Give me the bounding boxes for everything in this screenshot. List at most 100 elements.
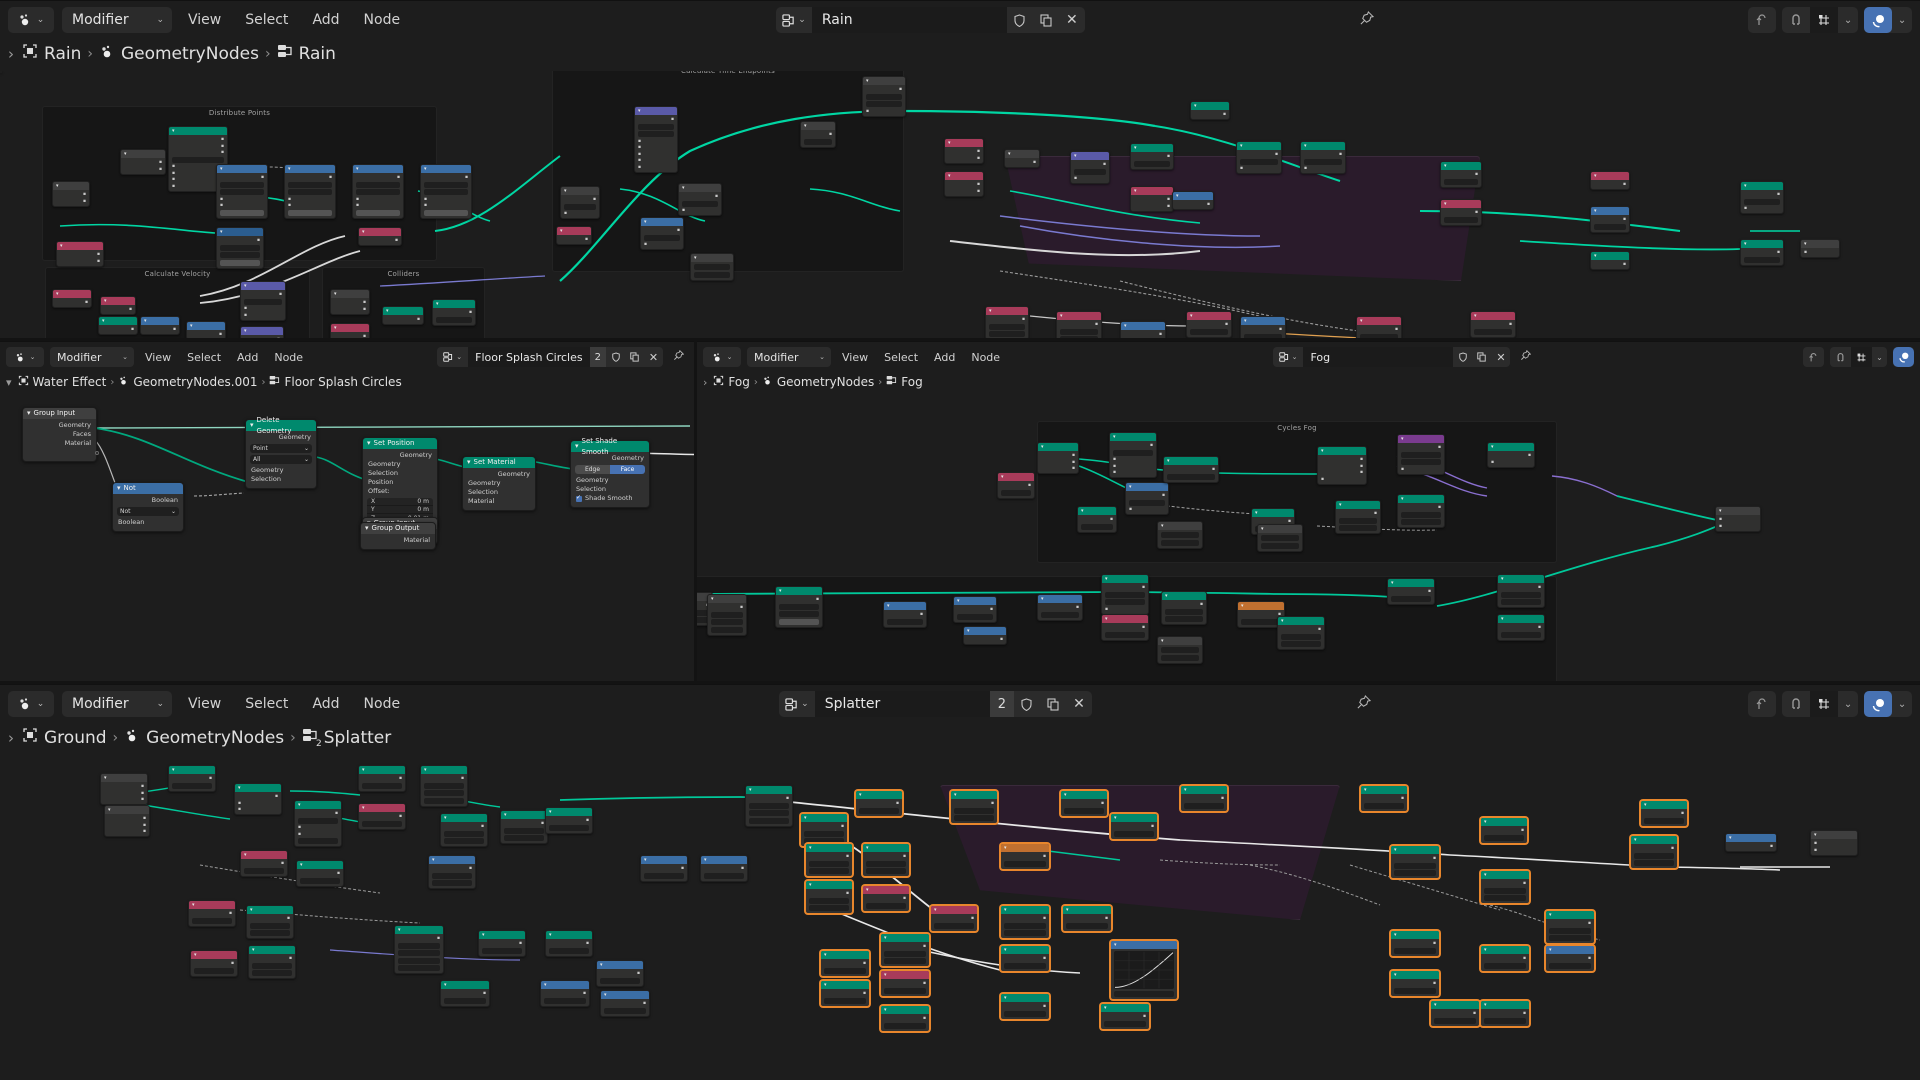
- node-time-2[interactable]: ▾ ▪ ▪: [560, 186, 600, 219]
- socket-geometry-out[interactable]: Geometry: [363, 451, 437, 460]
- node-r-10[interactable]: ▾ ▪: [1172, 191, 1214, 210]
- mode-dropdown[interactable]: Modifier ⌄: [50, 347, 134, 367]
- node-sp-19[interactable]: ▾ ▪: [700, 855, 748, 882]
- collapse-icon[interactable]: ▾: [27, 408, 31, 419]
- node-sp-10[interactable]: ▾ ▪: [500, 810, 548, 844]
- menu-add[interactable]: Add: [232, 351, 263, 364]
- breadcrumb-expand-icon[interactable]: ▾: [6, 376, 12, 389]
- not-operation-dropdown[interactable]: Not ⌄: [117, 507, 179, 516]
- node-rain-4[interactable]: ▾ ▪ ▪ ▪: [284, 164, 336, 219]
- node-sp-curve-widget[interactable]: ▾: [1110, 940, 1178, 1000]
- node-vel-2[interactable]: ▾ ▪: [100, 296, 136, 315]
- node-group-output[interactable]: ▾ Group Output Material: [360, 522, 436, 550]
- menu-view[interactable]: View: [180, 12, 229, 28]
- splatter-datablock-name[interactable]: Splatter: [814, 691, 990, 717]
- node-sp-sel-6[interactable]: ▾ ▪: [1180, 785, 1228, 812]
- node-sp-sel-24[interactable]: ▾ ▪: [1545, 945, 1595, 972]
- node-fog-9[interactable]: ▾ ▪ ▪: [1397, 434, 1445, 475]
- node-fog-5[interactable]: ▾ ▪: [1163, 456, 1219, 483]
- node-sp-sel-9[interactable]: ▾ ▪: [1640, 800, 1688, 827]
- menu-view[interactable]: View: [140, 351, 176, 364]
- breadcrumb-expand-icon[interactable]: ›: [8, 729, 14, 747]
- breadcrumb-nodetree[interactable]: Rain: [299, 44, 336, 64]
- node-eevee-2[interactable]: ▾ ▪: [707, 594, 747, 636]
- node-eevee-9[interactable]: ▾ ▪: [1101, 614, 1149, 641]
- breadcrumb-object[interactable]: Water Effect: [33, 375, 107, 389]
- new-datablock-icon[interactable]: [1032, 7, 1059, 33]
- node-eevee-3[interactable]: ▾ ▪: [775, 586, 823, 628]
- node-sp-sel-23[interactable]: ▾ ▪: [1480, 945, 1530, 972]
- mode-dropdown-delete[interactable]: All ⌄: [250, 455, 312, 464]
- fake-user-icon[interactable]: [1013, 691, 1040, 717]
- pin-icon[interactable]: [1350, 694, 1377, 714]
- unlink-icon[interactable]: ✕: [1491, 347, 1511, 367]
- splatter-node-canvas[interactable]: ▾ ▪▪▪ ▾ ▪ ▾ ▪▪▪ ▾ ▪▪▪ ▾ ▪▪▪ ▾ ▪: [0, 755, 1920, 1080]
- node-set-material[interactable]: ▾ Set Material Geometry Geometry Selecti…: [462, 456, 536, 511]
- node-sp-sel-34[interactable]: ▾ ▪: [880, 1005, 930, 1032]
- socket-geometry-in[interactable]: Geometry: [363, 460, 437, 469]
- node-delete-geometry[interactable]: ▾ Delete Geometry Geometry Point ⌄ All ⌄…: [245, 416, 317, 489]
- snap-group[interactable]: ⌄: [1830, 347, 1887, 367]
- unlink-icon[interactable]: ✕: [1065, 691, 1092, 717]
- menu-view[interactable]: View: [837, 351, 873, 364]
- unlink-icon[interactable]: ✕: [644, 347, 663, 367]
- new-datablock-icon[interactable]: [1039, 691, 1066, 717]
- node-sp-4[interactable]: ▾ ▪ ▪ ▪: [234, 783, 282, 815]
- snap-parent-icon[interactable]: [1748, 691, 1776, 717]
- node-time-7[interactable]: ▾: [690, 253, 734, 281]
- node-sp-16[interactable]: ▾ ▪: [246, 905, 294, 939]
- node-rain-5[interactable]: ▾ ▪ ▪ ▪: [352, 164, 404, 219]
- socket-offset-in[interactable]: Offset:: [363, 487, 437, 496]
- socket-geometry[interactable]: Geometry: [23, 421, 96, 430]
- node-sp-7[interactable]: ▾ ▪: [358, 803, 406, 830]
- breadcrumb-modifier[interactable]: GeometryNodes: [146, 728, 284, 748]
- node-r-14[interactable]: ▾ ▪: [1590, 206, 1630, 233]
- node-rain-2[interactable]: ▾ ▪ ▪: [120, 149, 166, 175]
- users-count[interactable]: 2: [589, 347, 606, 367]
- nodetree-icon[interactable]: ⌄: [437, 347, 469, 367]
- socket-geometry-in[interactable]: Geometry: [246, 466, 316, 475]
- node-eevee-6[interactable]: ▾ ▪: [963, 626, 1007, 645]
- node-sp-sel-8[interactable]: ▾ ▪: [1480, 817, 1528, 844]
- snap-magnet-icon[interactable]: [1782, 691, 1810, 717]
- menu-node[interactable]: Node: [966, 351, 1005, 364]
- node-set-position[interactable]: ▾ Set Position Geometry Geometry Selecti…: [362, 437, 438, 529]
- breadcrumb-object[interactable]: Rain: [44, 44, 81, 64]
- node-col-3[interactable]: ▾ ▪: [382, 306, 424, 325]
- nodetree-icon[interactable]: ⌄: [1272, 347, 1304, 367]
- node-sp-15[interactable]: ▾ ▪: [188, 900, 236, 927]
- proportional-chevron-icon[interactable]: ⌄: [1892, 7, 1912, 33]
- node-r-8[interactable]: ▾ ▪ ▪: [1236, 141, 1282, 174]
- node-time-1[interactable]: ▾ ▪ ▪ ▪ ▪ ▪ ▪: [634, 106, 678, 173]
- breadcrumb-nodetree[interactable]: Fog: [901, 375, 922, 389]
- node-eevee-8[interactable]: ▾ ▪ ▪: [1101, 574, 1149, 615]
- breadcrumb-expand-icon[interactable]: ›: [8, 45, 14, 63]
- snap-chevron-icon[interactable]: ⌄: [1838, 7, 1858, 33]
- node-sp-sel-18[interactable]: ▾ ▪: [1062, 905, 1112, 932]
- frame-calculate-time-endpoints[interactable]: Calculate Time Endpoints: [552, 71, 904, 272]
- rain-node-canvas[interactable]: Distribute Points Calculate Time Endpoin…: [0, 71, 1920, 340]
- node-br-1[interactable]: ▾ ▪: [985, 306, 1029, 340]
- node-sp-sel-31[interactable]: ▾ ▪: [820, 980, 870, 1007]
- snap-parent-icon[interactable]: [1803, 347, 1824, 367]
- node-rain-1[interactable]: ▾ ▪ ▪: [52, 181, 90, 207]
- node-sp-13[interactable]: ▾ ▪: [240, 850, 288, 877]
- node-sp-sel-13[interactable]: ▾ ▪: [1000, 843, 1050, 870]
- editor-type-icon[interactable]: ⌄: [6, 347, 44, 367]
- menu-add[interactable]: Add: [304, 12, 347, 28]
- node-sp-sel-2[interactable]: ▾ ▪: [855, 790, 903, 817]
- fake-user-icon[interactable]: [1006, 7, 1033, 33]
- breadcrumb-object[interactable]: Ground: [44, 728, 107, 748]
- node-time-4[interactable]: ▾ ▪ ▪: [640, 217, 684, 250]
- node-sp-3[interactable]: ▾ ▪ ▪ ▪: [104, 805, 150, 837]
- node-sp-12[interactable]: ▾ ▪: [745, 785, 793, 827]
- socket-extend[interactable]: [23, 448, 99, 457]
- curve-widget-graph[interactable]: [1114, 951, 1174, 989]
- proportional-group[interactable]: ⌄: [1864, 7, 1913, 33]
- node-fog-3[interactable]: ▾ ▪: [997, 472, 1035, 499]
- floor-splash-node-canvas[interactable]: ▾ Group Input Geometry Faces Material ▾ …: [0, 396, 694, 681]
- node-br-7[interactable]: ▾ ▪: [1240, 316, 1286, 340]
- snap-magnet-icon[interactable]: [1830, 347, 1851, 367]
- node-time-6[interactable]: ▾ ▪: [556, 226, 592, 245]
- node-eevee-4[interactable]: ▾ ▪: [883, 601, 927, 628]
